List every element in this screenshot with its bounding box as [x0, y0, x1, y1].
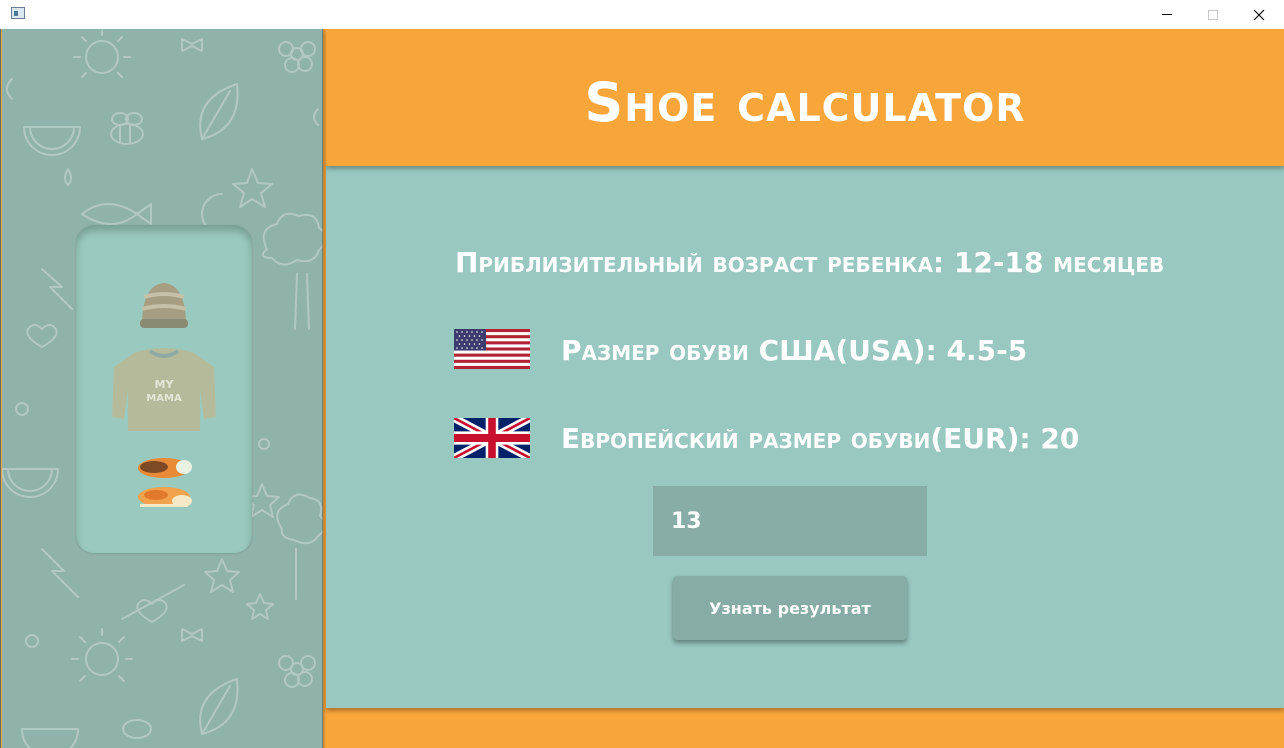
usa-size-result-label: Размер обуви США(USA): 4.5-5: [561, 334, 1028, 367]
baby-shoes-icon: [138, 458, 192, 507]
svg-text:MAMA: MAMA: [146, 393, 182, 404]
minimize-icon: [1162, 14, 1172, 15]
eur-size-result-label: Европейский размер обуви(EUR): 20: [561, 422, 1080, 455]
get-result-button[interactable]: Узнать результат: [673, 576, 907, 640]
sidebar: MY MAMA: [2, 29, 323, 748]
window-titlebar: [0, 0, 1284, 29]
minimize-button[interactable]: [1144, 0, 1190, 29]
app-window: MY MAMA Shoe calculator Приблизительный …: [0, 29, 1284, 748]
child-age-input[interactable]: [653, 486, 927, 556]
maximize-icon: [1208, 9, 1218, 20]
baby-clothes-illustration: MY MAMA: [112, 283, 216, 507]
app-icon: [11, 7, 25, 19]
us-flag-icon: [454, 329, 530, 369]
header-bar: Shoe calculator: [326, 29, 1284, 166]
maximize-button[interactable]: [1190, 0, 1236, 29]
close-button[interactable]: [1236, 0, 1282, 29]
uk-flag-icon: [454, 418, 530, 458]
page-title: Shoe calculator: [584, 71, 1026, 134]
results-panel: Приблизительный возраст ребенка: 12-18 м…: [326, 166, 1284, 708]
age-result-label: Приблизительный возраст ребенка: 12-18 м…: [455, 246, 1165, 279]
svg-text:MY: MY: [155, 378, 175, 391]
footer-bar: [326, 708, 1284, 748]
beanie-icon: [140, 283, 188, 328]
clothes-card: MY MAMA: [76, 225, 252, 553]
sweater-icon: MY MAMA: [112, 348, 216, 431]
close-icon: [1253, 9, 1265, 20]
